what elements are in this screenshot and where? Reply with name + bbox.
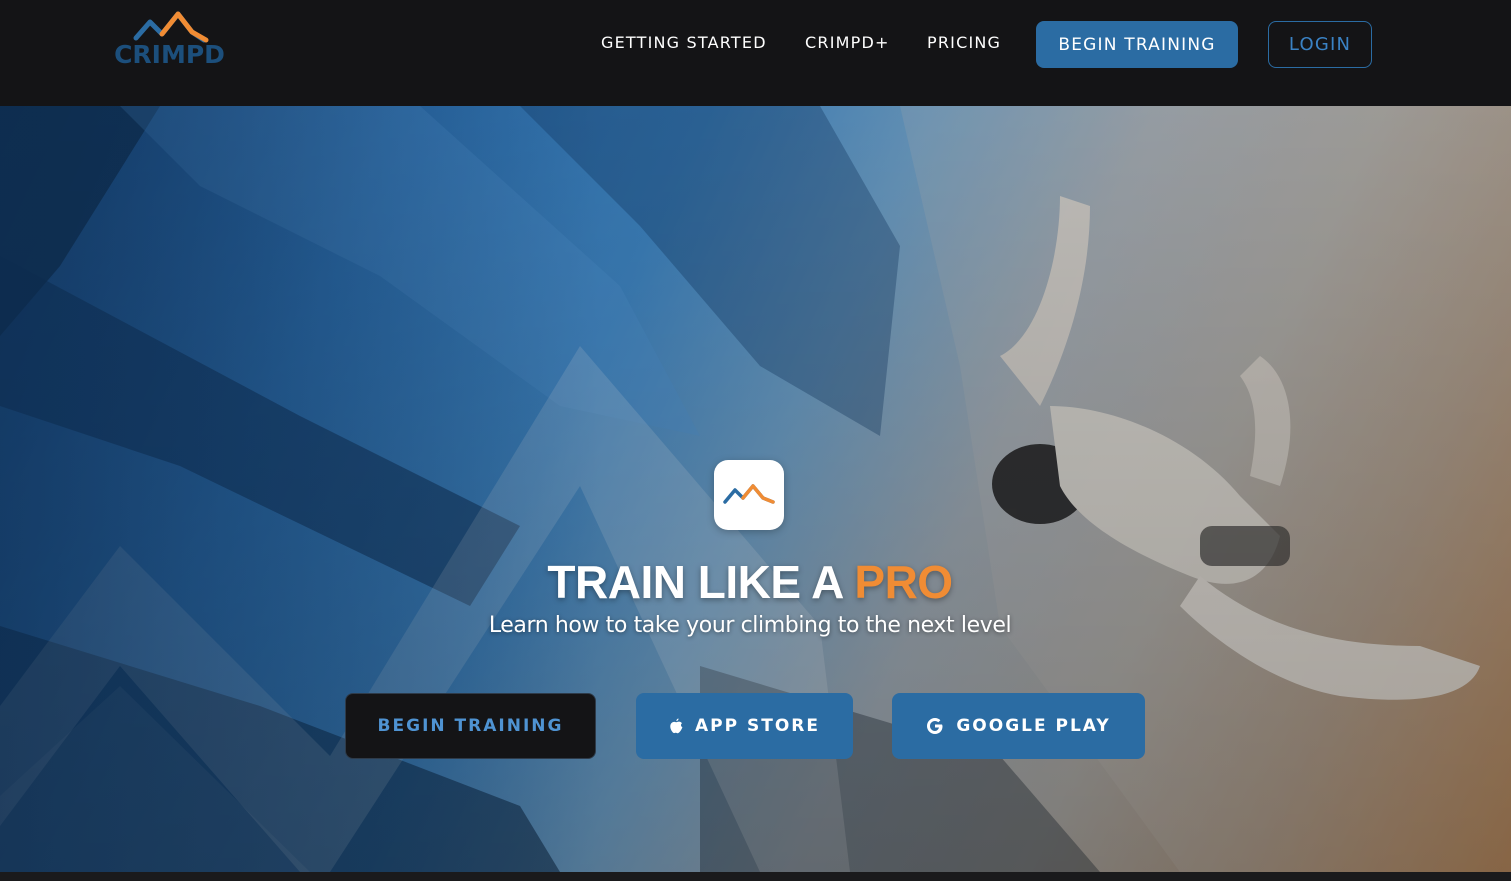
nav-crimpd-plus[interactable]: CRIMPD+ (805, 33, 890, 55)
app-store-label: APP STORE (695, 716, 820, 736)
footer-strip (0, 872, 1511, 881)
hero-begin-training-button[interactable]: BEGIN TRAINING (345, 693, 596, 759)
google-play-label: GOOGLE PLAY (956, 716, 1111, 736)
hero-begin-training-label: BEGIN TRAINING (377, 716, 564, 736)
logo-text: CRIMPD (114, 40, 225, 69)
hero-title-accent: PRO (854, 556, 953, 608)
app-icon (714, 460, 784, 530)
hero-title: TRAIN LIKE A PRO (400, 556, 1100, 608)
nav-pricing[interactable]: PRICING (927, 33, 1001, 55)
google-icon (926, 717, 944, 735)
crimpd-logo[interactable]: CRIMPD (112, 10, 227, 72)
login-button[interactable]: LOGIN (1268, 21, 1372, 68)
app-store-button[interactable]: APP STORE (636, 693, 853, 759)
hero-title-main: TRAIN LIKE A (547, 556, 855, 608)
header-begin-training-button[interactable]: BEGIN TRAINING (1036, 21, 1238, 68)
google-play-button[interactable]: GOOGLE PLAY (892, 693, 1145, 759)
site-header: CRIMPD GETTING STARTED CRIMPD+ PRICING B… (0, 0, 1511, 106)
crimpd-app-icon (723, 484, 775, 504)
apple-icon (669, 718, 683, 734)
nav-getting-started[interactable]: GETTING STARTED (601, 33, 767, 55)
hero-subtitle: Learn how to take your climbing to the n… (488, 613, 1012, 638)
